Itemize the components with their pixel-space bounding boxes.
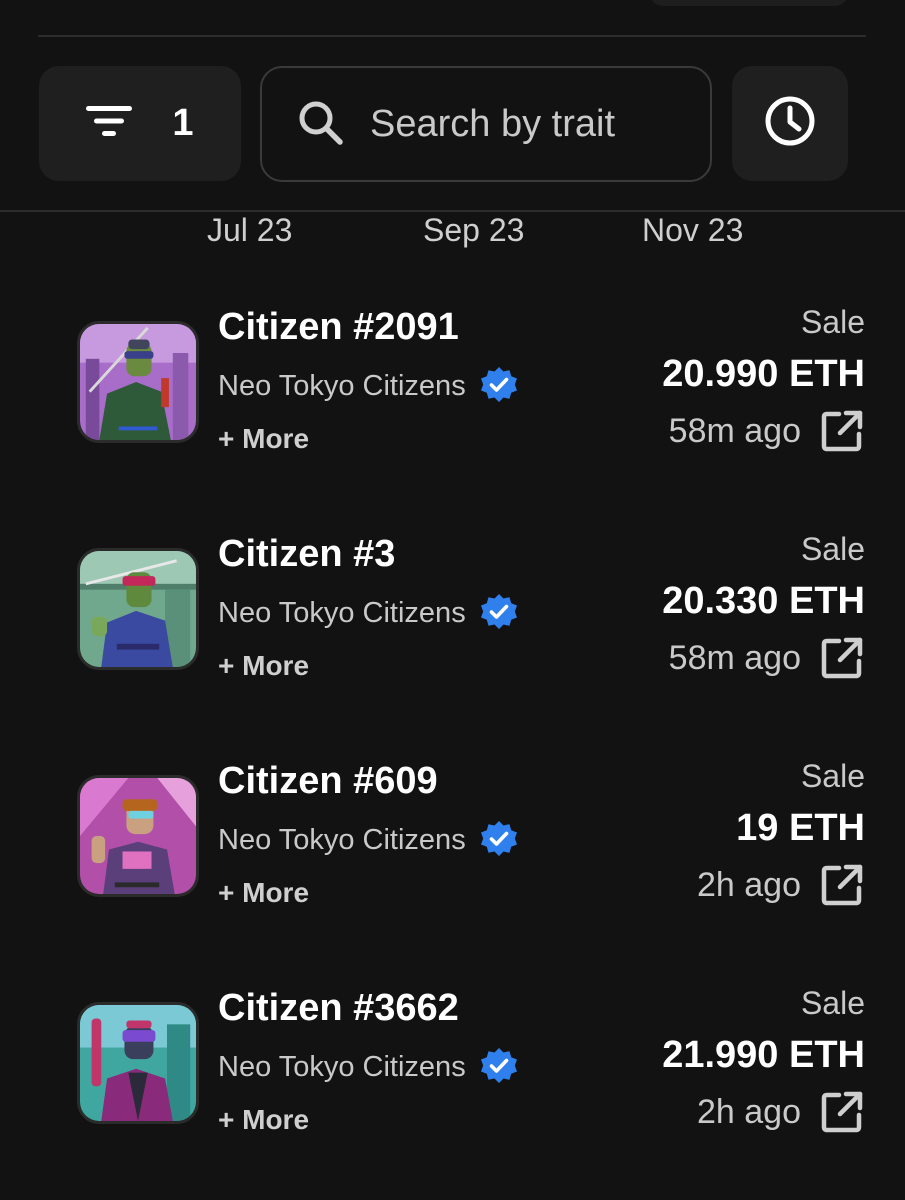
event-type: Sale <box>800 758 865 794</box>
item-name[interactable]: Citizen #3 <box>218 533 395 576</box>
time-ago: 2h ago <box>697 1092 801 1131</box>
activity-row[interactable]: Citizen #3 Neo Tokyo Citizens + More Sal… <box>0 517 905 744</box>
verified-badge-icon <box>480 821 517 856</box>
event-type: Sale <box>800 304 865 340</box>
activity-page: 1 Jul 23 Sep 23 Nov 23 <box>0 0 905 1200</box>
price: 20.990 ETH <box>662 353 865 395</box>
nft-thumbnail[interactable] <box>77 321 199 443</box>
price: 21.990 ETH <box>662 1034 865 1076</box>
collection[interactable]: Neo Tokyo Citizens <box>218 592 520 634</box>
event-type: Sale <box>800 531 865 567</box>
price: 20.330 ETH <box>662 580 865 622</box>
item-name[interactable]: Citizen #3662 <box>218 987 459 1030</box>
nft-thumbnail[interactable] <box>77 1002 199 1124</box>
top-pill[interactable] <box>650 0 848 6</box>
event-type: Sale <box>800 985 865 1021</box>
activity-row[interactable]: Citizen #609 Neo Tokyo Citizens + More S… <box>0 744 905 971</box>
more-link[interactable]: + More <box>218 877 309 909</box>
external-link-icon[interactable] <box>819 635 865 681</box>
divider <box>38 35 866 37</box>
history-button[interactable] <box>732 66 848 181</box>
external-link-icon[interactable] <box>819 862 865 908</box>
time-ago: 58m ago <box>668 411 801 450</box>
collection-name[interactable]: Neo Tokyo Citizens <box>218 824 466 857</box>
more-link[interactable]: + More <box>218 423 309 455</box>
search-input[interactable] <box>370 102 700 146</box>
timeline-label: Nov 23 <box>642 212 744 248</box>
timeline-label: Sep 23 <box>423 212 525 248</box>
item-name[interactable]: Citizen #609 <box>218 760 438 803</box>
filter-icon <box>86 104 133 143</box>
more-link[interactable]: + More <box>218 1104 309 1136</box>
time-ago: 58m ago <box>668 638 801 677</box>
sale-info: Sale 20.990 ETH 58m ago <box>662 304 865 454</box>
filter-button[interactable]: 1 <box>39 66 241 181</box>
collection[interactable]: Neo Tokyo Citizens <box>218 365 520 407</box>
item-name[interactable]: Citizen #2091 <box>218 306 459 349</box>
external-link-icon[interactable] <box>819 1089 865 1135</box>
collection-name[interactable]: Neo Tokyo Citizens <box>218 370 466 403</box>
activity-list: Citizen #2091 Neo Tokyo Citizens + More … <box>0 290 905 1198</box>
nft-thumbnail[interactable] <box>77 548 199 670</box>
collection-name[interactable]: Neo Tokyo Citizens <box>218 597 466 630</box>
time-ago: 2h ago <box>697 865 801 904</box>
timeline-label: Jul 23 <box>207 212 293 248</box>
clock-icon <box>763 94 817 153</box>
external-link-icon[interactable] <box>819 408 865 454</box>
sale-info: Sale 20.330 ETH 58m ago <box>662 531 865 681</box>
activity-row[interactable]: Citizen #3662 Neo Tokyo Citizens + More … <box>0 971 905 1198</box>
verified-badge-icon <box>480 367 517 402</box>
filter-count: 1 <box>172 102 194 144</box>
sale-info: Sale 21.990 ETH 2h ago <box>662 985 865 1135</box>
collection[interactable]: Neo Tokyo Citizens <box>218 819 520 861</box>
collection[interactable]: Neo Tokyo Citizens <box>218 1046 520 1088</box>
sale-info: Sale 19 ETH 2h ago <box>697 758 865 908</box>
search-box[interactable] <box>260 66 712 182</box>
activity-row[interactable]: Citizen #2091 Neo Tokyo Citizens + More … <box>0 290 905 517</box>
collection-name[interactable]: Neo Tokyo Citizens <box>218 1051 466 1084</box>
verified-badge-icon <box>480 594 517 629</box>
verified-badge-icon <box>480 1048 517 1083</box>
more-link[interactable]: + More <box>218 650 309 682</box>
nft-thumbnail[interactable] <box>77 775 199 897</box>
price: 19 ETH <box>736 807 865 849</box>
search-icon <box>296 98 344 151</box>
